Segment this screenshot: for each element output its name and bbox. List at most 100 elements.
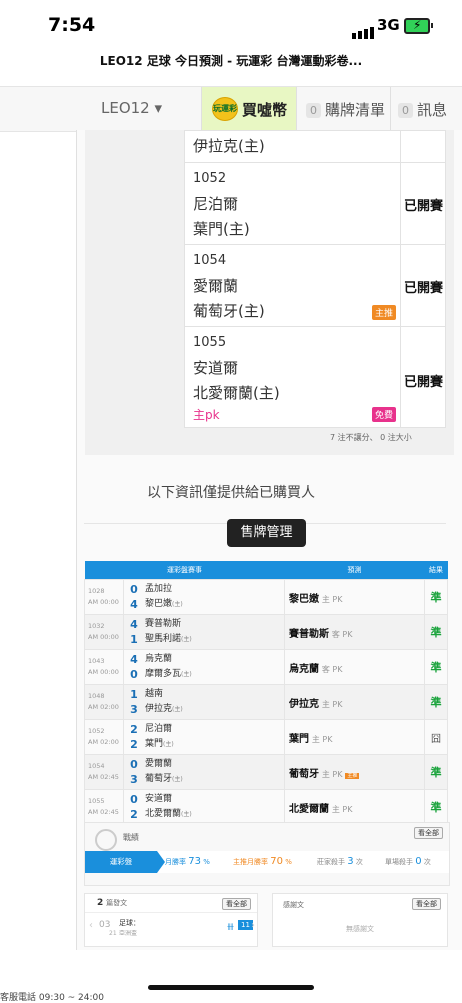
teams-cell: 愛爾蘭 葡萄牙(主) [144,754,285,790]
pick-row: 1052 尼泊爾 葉門(主) [184,162,402,246]
home-team-line: 北愛爾蘭(主) [145,807,283,822]
result-cell: 準 [424,614,448,650]
cart-count: 0 [306,103,321,118]
page-title: LEO12 足球 今日預測 - 玩運彩 台灣運動彩卷... [99,54,363,68]
home-score: 2 [130,738,138,751]
home-indicator[interactable] [148,985,314,990]
match-number: 1055 [88,797,105,805]
away-team: 愛爾蘭 [193,277,239,295]
thanks-card: 感謝文 看全部 無感謝文 [272,893,448,947]
monthly-rate: 月勝率 73 % [165,856,210,867]
match-time: AM 02:00 [88,703,119,711]
posts-card: 2 篇發文 看全部 ‹ 03 21 足球： 亞洲盃 卌 11 › [84,893,258,947]
pick-cell: 北愛爾蘭 主 PK [284,789,425,825]
match-time: AM 02:45 [88,808,119,816]
manage-sales-button[interactable]: 售牌管理 [227,519,306,547]
score-cell: 04 [123,579,144,615]
cart-link[interactable]: 0 購牌清單 [306,99,385,120]
result-status: 已開賽 [404,375,444,390]
table-row: 1028 AM 00:00 0 4 孟加拉 黎巴嫩(主) 黎巴嫩 主 PK 準 [84,579,448,615]
match-number: 1048 [88,692,105,700]
page-title-bar[interactable]: LEO12 足球 今日預測 - 玩運彩 台灣運動彩卷... [0,52,462,82]
post-date: 03 [99,920,111,930]
pick-team: 賽普勒斯 [289,628,329,640]
score-cell: 41 [123,614,144,650]
stats-tabs: 運彩盤 月勝率 73 % 主推月勝率 70 % 莊家殺手 3 次 單場殺手 0 … [85,851,449,873]
score-cell: 22 [123,719,144,755]
home-team: 葉門(主) [193,220,250,238]
pick-cell: 葉門 主 PK [284,719,425,755]
home-team: 北愛爾蘭(主) [193,384,280,402]
pick-market: 主 PK [331,804,353,814]
next-arrow-icon[interactable]: › [251,920,255,931]
home-team-line: 葉門(主) [145,737,283,752]
result-status: 已開賽 [404,281,444,296]
pick-market: 主 PK [321,699,343,709]
prev-arrow-icon[interactable]: ‹ [89,920,93,931]
status-bar: 7:54 3G ⚡ [0,0,462,50]
banker-killer: 莊家殺手 3 次 [317,856,363,867]
table-row: 1055 AM 02:45 0 2 安道爾 北愛爾蘭(主) 北愛爾蘭 主 PK 準 [84,789,448,825]
pick-row: 1055 安道爾 北愛爾蘭(主) 主pk 免費 [184,326,402,428]
result-cell: 準 [424,649,448,685]
away-team: 賽普勒斯 [145,619,182,629]
away-team: 越南 [145,689,164,699]
post-title[interactable]: 足球： [119,918,140,928]
home-score: 4 [130,598,138,611]
pick-team: 北愛爾蘭 [289,803,329,815]
stats-view-all-button[interactable]: 看全部 [414,827,443,839]
score-cell: 40 [123,649,144,685]
match-time: AM 02:00 [88,738,119,746]
table-row: 1043 AM 00:00 4 0 烏克蘭 摩爾多瓦(主) 烏克蘭 客 PK 準 [84,649,448,685]
home-score: 1 [130,633,138,646]
home-score: 2 [130,808,138,821]
home-team: 聖馬利諾 [145,634,182,644]
home-team: 葡萄牙 [145,774,173,784]
score-cell: 03 [123,754,144,790]
match-number: 1054 [88,762,105,770]
pick-cell: 烏克蘭 客 PK [284,649,425,685]
match-time: AM 00:00 [88,668,119,676]
home-team: 葡萄牙(主) [193,302,265,320]
posts-count: 2 篇發文 [97,898,128,908]
signal-icon [352,20,376,39]
pick-market: 客 PK [331,629,353,639]
match-number: 1028 [88,587,105,595]
teams-cell: 孟加拉 黎巴嫩(主) [144,579,285,615]
top-nav: LEO12 ▾ 玩運彩 買噓幣 0 購牌清單 0 訊息 [0,86,462,132]
message-link[interactable]: 0 訊息 [398,99,447,120]
pick-market: 主 PK [321,769,343,779]
posts-view-all-button[interactable]: 看全部 [222,898,251,910]
result-cell: 已開賽 [400,162,446,246]
nav-divider [296,87,297,131]
result-cell: 已開賽 [400,244,446,328]
pick-home-team: 伊拉克(主) [193,137,265,155]
thanks-view-all-button[interactable]: 看全部 [412,898,441,910]
match-info-cell: 1055 AM 02:45 [84,789,124,825]
network-label: 3G [377,16,400,34]
user-dropdown[interactable]: LEO12 ▾ [101,99,162,117]
pick-team: 葉門 [289,733,309,745]
battery-icon: ⚡ [404,18,433,34]
main-pick-tag: 主推 [345,772,360,779]
cart-label: 購牌清單 [325,101,386,119]
away-team: 孟加拉 [145,584,173,594]
footer-text: 客服電話 09:30 ~ 24:00 [0,993,104,1003]
match-time: AM 00:00 [88,598,119,606]
result-cell: 已開賽 [400,326,446,428]
tab-sports-lottery[interactable]: 運彩盤 [85,851,165,873]
teams-cell: 越南 伊拉克(主) [144,684,285,720]
coin-icon: 玩運彩 [212,97,238,121]
pick-team: 烏克蘭 [289,663,319,675]
match-number: 1043 [88,657,105,665]
buy-coin-label: 買噓幣 [242,101,288,119]
pick-cell-partial: 伊拉克(主) [184,130,402,164]
result-cell [400,130,446,164]
match-number: 1055 [193,335,227,350]
buy-coin-button[interactable]: 玩運彩 買噓幣 [202,87,296,131]
home-marker: (主) [172,601,183,608]
match-time: AM 00:00 [88,633,119,641]
match-info-cell: 1043 AM 00:00 [84,649,124,685]
match-number: 1052 [193,171,227,186]
home-team: 摩爾多瓦 [145,669,182,679]
